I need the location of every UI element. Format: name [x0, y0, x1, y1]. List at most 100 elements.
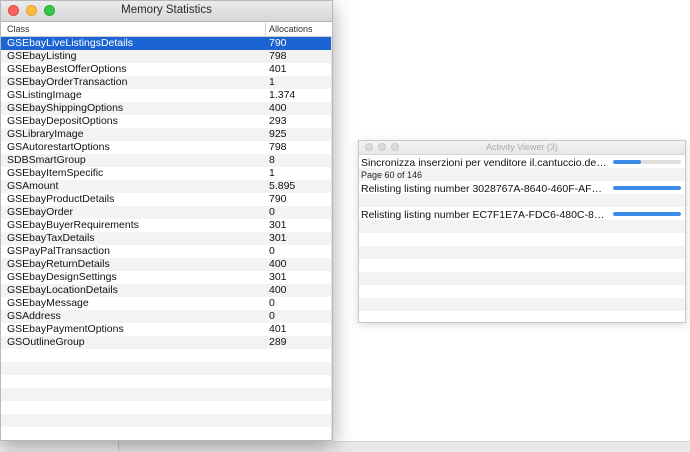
- class-name-cell: GSEbayReturnDetails: [7, 258, 110, 270]
- table-edge: [331, 36, 332, 441]
- activity-row-background: [359, 246, 685, 259]
- activity-row-background: [359, 311, 685, 324]
- class-name-cell: GSEbayListing: [7, 50, 77, 62]
- table-row[interactable]: GSAmount 5.895: [1, 180, 332, 193]
- allocations-cell: 790: [269, 193, 287, 205]
- activity-list: Sincronizza inserzioni per venditore il.…: [359, 155, 685, 324]
- table-row[interactable]: GSEbayOrderTransaction 1: [1, 76, 332, 89]
- table-row[interactable]: GSOutlineGroup 289: [1, 336, 332, 349]
- allocations-cell: 0: [269, 310, 275, 322]
- allocations-cell: 798: [269, 141, 287, 153]
- allocations-cell: 0: [269, 297, 275, 309]
- activity-item-subtext: Page 60 of 146: [361, 170, 423, 180]
- table-row[interactable]: GSEbayBestOfferOptions 401: [1, 63, 332, 76]
- class-name-cell: GSEbayLocationDetails: [7, 284, 118, 296]
- allocations-cell: 289: [269, 336, 287, 348]
- allocations-cell: 301: [269, 232, 287, 244]
- empty-row: [1, 362, 332, 375]
- activity-item-text: Sincronizza inserzioni per venditore il.…: [361, 157, 609, 169]
- table-row[interactable]: GSEbayLiveListingsDetails 790: [1, 37, 332, 50]
- activity-item-text: Relisting listing number 3028767A-8640-4…: [361, 183, 609, 195]
- empty-row: [1, 427, 332, 440]
- column-separator[interactable]: [265, 23, 266, 35]
- class-name-cell: GSEbayBuyerRequirements: [7, 219, 139, 231]
- activity-progress-fill: [613, 160, 641, 164]
- allocations-cell: 790: [269, 37, 287, 49]
- table-row[interactable]: GSEbayShippingOptions 400: [1, 102, 332, 115]
- allocations-cell: 293: [269, 115, 287, 127]
- class-name-cell: GSOutlineGroup: [7, 336, 85, 348]
- activity-window-titlebar[interactable]: Activity Viewer (3): [359, 141, 685, 155]
- allocations-cell: 301: [269, 271, 287, 283]
- table-row[interactable]: GSEbayProductDetails 790: [1, 193, 332, 206]
- class-name-cell: GSEbayMessage: [7, 297, 89, 309]
- background-bottom-bar: [333, 441, 690, 452]
- class-name-cell: GSEbayTaxDetails: [7, 232, 95, 244]
- table-row[interactable]: GSEbayDepositOptions 293: [1, 115, 332, 128]
- table-row[interactable]: GSEbayOrder 0: [1, 206, 332, 219]
- activity-item-text: Relisting listing number EC7F1E7A-FDC6-4…: [361, 209, 609, 221]
- table-row[interactable]: GSEbayBuyerRequirements 301: [1, 219, 332, 232]
- class-name-cell: GSEbayProductDetails: [7, 193, 115, 205]
- class-name-cell: GSEbayOrderTransaction: [7, 76, 128, 88]
- activity-row-background: [359, 220, 685, 233]
- allocations-cell: 400: [269, 284, 287, 296]
- empty-row: [1, 388, 332, 401]
- table-row[interactable]: GSPayPalTransaction 0: [1, 245, 332, 258]
- class-name-cell: GSEbayLiveListingsDetails: [7, 37, 134, 49]
- class-name-cell: GSEbayShippingOptions: [7, 102, 124, 114]
- activity-row-background: [359, 298, 685, 311]
- table-row[interactable]: GSEbayLocationDetails 400: [1, 284, 332, 297]
- empty-row: [1, 401, 332, 414]
- table-row[interactable]: GSLibraryImage 925: [1, 128, 332, 141]
- allocations-cell: 1.374: [269, 89, 296, 101]
- empty-row: [1, 349, 332, 362]
- column-header-allocations[interactable]: Allocations: [269, 24, 313, 34]
- allocations-cell: 0: [269, 206, 275, 218]
- memory-statistics-window: Memory Statistics Class Allocations GSEb…: [0, 0, 333, 441]
- activity-row-background: [359, 194, 685, 207]
- allocations-cell: 400: [269, 102, 287, 114]
- table-row[interactable]: GSEbayPaymentOptions 401: [1, 323, 332, 336]
- table-header: Class Allocations: [1, 22, 332, 37]
- empty-row: [1, 375, 332, 388]
- class-name-cell: GSEbayOrder: [7, 206, 73, 218]
- allocations-cell: 8: [269, 154, 275, 166]
- table-row[interactable]: GSAddress 0: [1, 310, 332, 323]
- activity-row-background: [359, 259, 685, 272]
- memory-window-titlebar[interactable]: Memory Statistics: [1, 1, 332, 22]
- allocations-cell: 0: [269, 245, 275, 257]
- class-name-cell: GSEbayItemSpecific: [7, 167, 104, 179]
- table-row[interactable]: SDBSmartGroup 8: [1, 154, 332, 167]
- allocations-cell: 401: [269, 323, 287, 335]
- activity-progress-fill: [613, 186, 681, 190]
- allocations-cell: 301: [269, 219, 287, 231]
- activity-progress-bar: [613, 212, 681, 216]
- column-header-class[interactable]: Class: [7, 24, 30, 34]
- class-name-cell: GSEbayDepositOptions: [7, 115, 118, 127]
- activity-row-background: [359, 233, 685, 246]
- table-row[interactable]: GSEbayReturnDetails 400: [1, 258, 332, 271]
- table-row[interactable]: GSAutorestartOptions 798: [1, 141, 332, 154]
- class-name-cell: GSPayPalTransaction: [7, 245, 110, 257]
- allocations-cell: 401: [269, 63, 287, 75]
- table-row[interactable]: GSEbayMessage 0: [1, 297, 332, 310]
- class-name-cell: GSLibraryImage: [7, 128, 84, 140]
- class-name-cell: GSAmount: [7, 180, 59, 192]
- allocations-cell: 400: [269, 258, 287, 270]
- activity-window-title: Activity Viewer (3): [486, 142, 558, 152]
- table-row[interactable]: GSEbayDesignSettings 301: [1, 271, 332, 284]
- memory-window-title: Memory Statistics: [121, 4, 212, 16]
- activity-progress-fill: [613, 212, 681, 216]
- class-name-cell: SDBSmartGroup: [7, 154, 86, 166]
- table-row[interactable]: GSEbayItemSpecific 1: [1, 167, 332, 180]
- empty-row: [1, 414, 332, 427]
- table-row[interactable]: GSEbayListing 798: [1, 50, 332, 63]
- table-row[interactable]: GSListingImage 1.374: [1, 89, 332, 102]
- table-row[interactable]: GSEbayTaxDetails 301: [1, 232, 332, 245]
- allocations-cell: 5.895: [269, 180, 296, 192]
- allocations-cell: 1: [269, 76, 275, 88]
- class-name-cell: GSEbayBestOfferOptions: [7, 63, 127, 75]
- class-name-cell: GSEbayPaymentOptions: [7, 323, 124, 335]
- activity-progress-bar: [613, 160, 681, 164]
